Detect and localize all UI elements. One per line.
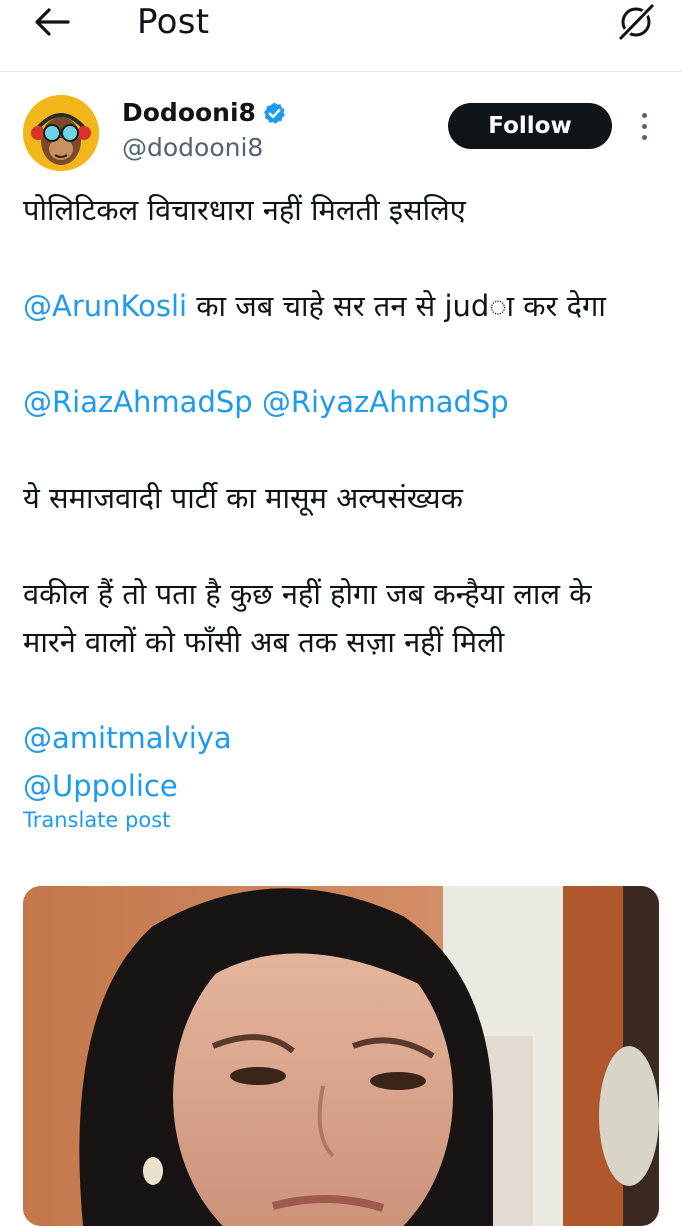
post-line: @ArunKosli का जब चाहे सर तन से judा कर द… (23, 282, 663, 330)
mention-link[interactable]: @amitmalviya (23, 714, 663, 762)
more-dot-icon (641, 123, 647, 129)
mention-link[interactable]: @RiyazAhmadSp (262, 385, 509, 419)
author-name-text: Dodooni8 (122, 98, 256, 127)
avatar[interactable] (23, 95, 99, 171)
post-line: पोलिटिकल विचारधारा नहीं मिलती इसलिए (23, 193, 466, 227)
grok-icon (617, 2, 656, 42)
grok-button[interactable] (612, 0, 660, 44)
author-name[interactable]: Dodooni8 (122, 97, 287, 129)
follow-button[interactable]: Follow (448, 103, 612, 149)
video-still-image (23, 886, 659, 1226)
post-line-text: का जब चाहे सर तन से judा कर देगा (187, 289, 606, 323)
translate-post-link[interactable]: Translate post (23, 805, 170, 835)
post-text: पोलिटिकल विचारधारा नहीं मिलती इसलिए @Aru… (23, 186, 663, 810)
post-line: ये समाजवादी पार्टी का मासूम अल्पसंख्यक (23, 481, 463, 515)
back-button[interactable] (30, 4, 74, 40)
monkey-avatar-icon (23, 95, 99, 171)
page-title: Post (137, 2, 210, 42)
post-media-image[interactable] (23, 886, 659, 1226)
mention-link[interactable]: @RiazAhmadSp (23, 385, 253, 419)
post-line: वकील हैं तो पता है कुछ नहीं होगा जब कन्ह… (23, 577, 592, 611)
arrow-left-icon (35, 8, 70, 36)
verified-badge-icon (264, 102, 285, 124)
mention-link[interactable]: @Uppolice (23, 762, 663, 810)
more-dot-icon (641, 112, 647, 118)
top-bar: Post (0, 0, 682, 72)
mention-link[interactable]: @ArunKosli (23, 289, 187, 323)
author-handle[interactable]: @dodooni8 (122, 132, 263, 164)
post-line: मारने वालों को फाँसी अब तक सज़ा नहीं मिल… (23, 625, 505, 659)
more-dot-icon (641, 134, 647, 140)
post-line: @RiazAhmadSp @RiyazAhmadSp (23, 378, 663, 426)
more-options-button[interactable] (632, 106, 656, 146)
